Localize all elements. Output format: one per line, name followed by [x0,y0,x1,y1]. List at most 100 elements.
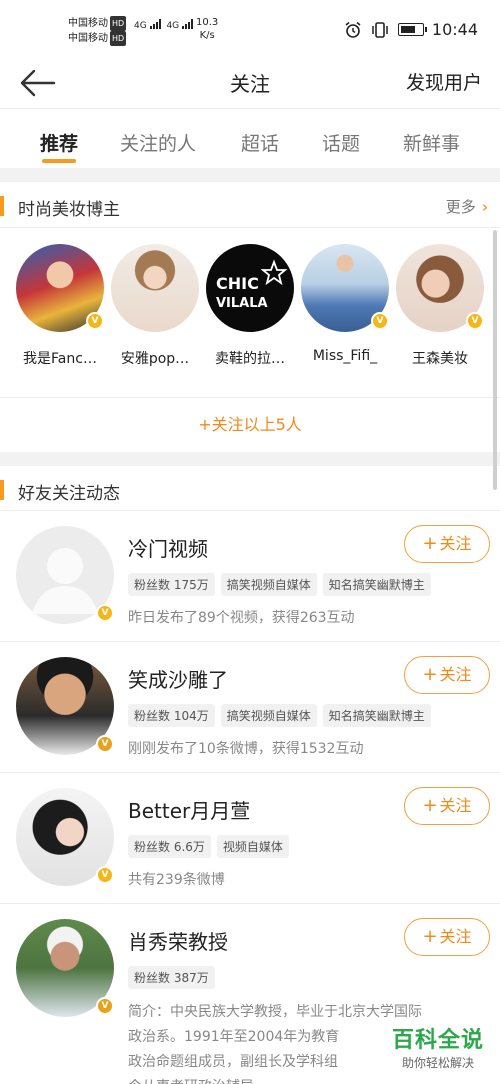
carrier-info: 中国移动 HD 中国移动 HD [68,16,127,46]
activity-text: 共有239条微博 [128,872,225,888]
speed-value: 10.3 [196,17,219,28]
follow-button[interactable]: + 关注 [404,918,490,956]
avatar: V [301,244,389,332]
verified-icon: V [86,312,104,330]
blogger-name: 安雅pop… [120,351,190,367]
active-tab-indicator [42,159,76,163]
speed-unit: K/s [199,30,215,41]
tab-recommend[interactable]: 推荐 [40,129,78,156]
avatar: V [16,244,104,332]
blogger-name: 我是Fanc… [23,351,97,367]
verified-icon: V [371,312,389,330]
activity-text: 昨日发布了89个视频，获得263互动 [128,610,355,626]
friends-following-section: 好友关注动态 V 冷门视频 粉丝数 175万 搞笑视频自媒体 知名搞笑幽默博主 … [0,466,500,1084]
user-name: 冷门视频 [128,537,208,561]
tab-fresh[interactable]: 新鲜事 [403,129,460,156]
alarm-icon [345,21,361,38]
follow-button[interactable]: + 关注 [404,656,490,694]
avatar [111,244,199,332]
nav-bar: 关注 发现用户 [0,60,500,108]
more-label: 更多 [445,198,476,216]
section-header: 时尚美妆博主 更多 › [0,182,500,228]
battery-icon [397,23,427,36]
blogger-name: 王森美妆 [412,351,468,367]
activity-text: 刚刚发布了10条微博，获得1532互动 [128,741,364,757]
follow-all-button[interactable]: +关注以上5人 [0,397,500,451]
blogger-name: Miss_Fifi_ [312,348,378,364]
signal-icon: 4G 4G [134,18,196,31]
section-header: 好友关注动态 [0,466,500,512]
blogger-card[interactable]: 安雅pop… [111,244,199,368]
bio-line: 今从事考研政治辅导。 [128,1075,488,1084]
logo-line2: VILALA [216,296,268,311]
avatar: V [16,919,114,1017]
vibrate-icon [372,21,388,38]
user-name: 笑成沙雕了 [128,668,228,692]
fans-count-tag: 粉丝数 6.6万 [128,835,211,858]
tag-list: 粉丝数 175万 搞笑视频自媒体 知名搞笑幽默博主 [128,573,431,596]
status-bar: 中国移动 HD 中国移动 HD 4G 4G 10.3 K/s 10:44 [0,0,500,60]
blogger-card[interactable]: V 王森美妆 [396,244,484,368]
tag-list: 粉丝数 6.6万 视频自媒体 [128,835,289,858]
list-item[interactable]: V 笑成沙雕了 粉丝数 104万 搞笑视频自媒体 知名搞笑幽默博主 刚刚发布了1… [0,641,500,772]
verified-icon: V [96,997,114,1015]
fans-count-tag: 粉丝数 387万 [128,966,215,989]
avatar: CHIC VILALA [206,244,294,332]
list-item[interactable]: V 冷门视频 粉丝数 175万 搞笑视频自媒体 知名搞笑幽默博主 昨日发布了89… [0,510,500,641]
follow-label: 关注 [439,927,472,946]
section-title: 好友关注动态 [18,484,120,504]
chevron-right-icon: › [481,198,488,216]
tab-bar: 推荐 关注的人 超话 话题 新鲜事 [0,108,500,168]
user-name: Better月月萱 [128,799,251,823]
plus-icon: + [422,664,438,685]
hd-badge-2: HD [110,31,127,46]
scrollbar[interactable] [493,230,497,490]
network-type-2: 4G [166,21,180,31]
hd-badge: HD [110,16,127,31]
tag-list: 粉丝数 104万 搞笑视频自媒体 知名搞笑幽默博主 [128,704,431,727]
more-link[interactable]: 更多 › [446,196,488,217]
follow-button[interactable]: + 关注 [404,787,490,825]
fashion-bloggers-section: 时尚美妆博主 更多 › V 我是Fanc… 安雅pop… CHIC VILALA … [0,182,500,452]
tag-list: 粉丝数 387万 [128,966,215,989]
verified-icon: V [96,866,114,884]
follow-label: 关注 [439,796,472,815]
watermark-subtitle: 助你轻松解决 [401,1056,474,1070]
clock: 10:44 [431,20,478,39]
tag: 知名搞笑幽默博主 [322,573,431,596]
network-speed: 10.3 K/s [196,16,218,42]
fans-count-tag: 粉丝数 175万 [128,573,215,596]
carrier-2: 中国移动 [68,33,108,44]
discover-users-button[interactable]: 发现用户 [406,68,482,95]
plus-icon: + [422,795,438,816]
verified-icon: V [96,735,114,753]
tab-topic[interactable]: 话题 [322,129,360,156]
tag: 视频自媒体 [216,835,289,858]
plus-icon: + [422,533,438,554]
verified-icon: V [466,312,484,330]
verified-icon: V [96,604,114,622]
section-accent-bar [0,480,4,500]
fans-count-tag: 粉丝数 104万 [128,704,215,727]
avatar: V [16,788,114,886]
logo-line1: CHIC [216,274,259,293]
blogger-card[interactable]: CHIC VILALA 卖鞋的拉… [206,244,294,368]
watermark-title: 百科全说 [391,1028,484,1053]
section-accent-bar [0,196,4,216]
avatar: V [16,526,114,624]
blogger-name: 卖鞋的拉… [215,351,285,367]
tab-super-topic[interactable]: 超话 [241,129,279,156]
blogger-card[interactable]: V Miss_Fifi_ [301,244,389,364]
follow-label: 关注 [439,665,472,684]
watermark: 百科全说 助你轻松解决 [392,1022,484,1071]
list-item[interactable]: V Better月月萱 粉丝数 6.6万 视频自媒体 共有239条微博 + 关注 [0,772,500,903]
blogger-card[interactable]: V 我是Fanc… [16,244,104,368]
tag: 知名搞笑幽默博主 [322,704,431,727]
tag: 搞笑视频自媒体 [220,573,317,596]
tab-following[interactable]: 关注的人 [120,129,196,156]
avatar: V [16,657,114,755]
tag: 搞笑视频自媒体 [220,704,317,727]
chic-vilala-logo: CHIC VILALA [216,259,288,311]
follow-button[interactable]: + 关注 [404,525,490,563]
network-type-1: 4G [134,21,147,31]
